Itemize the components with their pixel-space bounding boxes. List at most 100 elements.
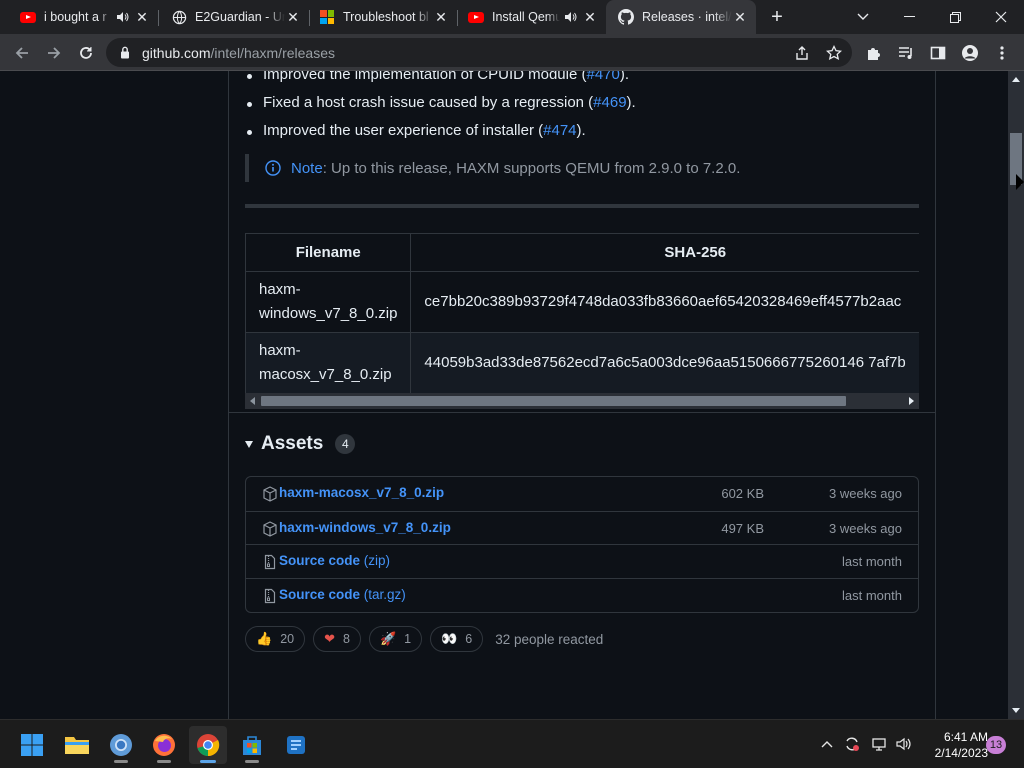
volume-icon[interactable] bbox=[893, 732, 915, 756]
release-card: Improved the implementation of CPUID mod… bbox=[228, 71, 936, 719]
file-explorer-icon[interactable] bbox=[58, 726, 96, 764]
assets-list: haxm-macosx_v7_8_0.zip 602 KB 3 weeks ag… bbox=[245, 476, 919, 613]
profile-avatar-icon[interactable] bbox=[956, 39, 984, 67]
package-icon bbox=[262, 486, 278, 502]
speaker-icon[interactable] bbox=[564, 11, 578, 23]
tab-youtube-video-1[interactable]: i bought a r ✕ bbox=[8, 0, 158, 34]
reactions-bar: 👍 20 ❤ 8 🚀 1 👀 6 32 people reacted bbox=[245, 626, 603, 652]
tab-install-qemu[interactable]: Install Qemu ✕ bbox=[456, 0, 606, 34]
reaction-eyes-button[interactable]: 👀 6 bbox=[430, 626, 484, 652]
github-release-page: Improved the implementation of CPUID mod… bbox=[0, 71, 1008, 719]
issue-link-470[interactable]: #470 bbox=[586, 71, 619, 83]
microsoft-store-icon[interactable] bbox=[233, 726, 271, 764]
clock-time: 6:41 AM bbox=[943, 730, 988, 744]
tab-troubleshoot[interactable]: Troubleshoot bl ✕ bbox=[307, 0, 457, 34]
tab-close-icon[interactable]: ✕ bbox=[433, 9, 449, 25]
issue-link-474[interactable]: #474 bbox=[543, 122, 576, 139]
tab-close-icon[interactable]: ✕ bbox=[285, 9, 301, 25]
asset-size: 497 KB bbox=[721, 520, 764, 536]
scrollbar-thumb[interactable] bbox=[261, 396, 846, 406]
asset-date: 3 weeks ago bbox=[829, 486, 902, 501]
table-cell-sha: 44059b3ad33de87562ecd7a6c5a003dce96aa515… bbox=[410, 332, 919, 394]
asset-row: haxm-windows_v7_8_0.zip 497 KB 3 weeks a… bbox=[246, 510, 918, 545]
address-bar[interactable]: github.com/intel/haxm/releases bbox=[106, 38, 852, 67]
speaker-icon[interactable] bbox=[116, 11, 130, 23]
new-tab-button[interactable]: + bbox=[766, 6, 788, 28]
media-control-icon[interactable] bbox=[892, 39, 920, 67]
asset-link[interactable]: haxm-macosx_v7_8_0.zip bbox=[279, 485, 444, 500]
start-button[interactable] bbox=[13, 726, 51, 764]
notification-badge[interactable]: 13 bbox=[986, 736, 1006, 754]
scroll-right-arrow-icon[interactable] bbox=[909, 397, 914, 405]
youtube-icon bbox=[20, 9, 36, 25]
mouse-cursor-icon bbox=[1016, 174, 1024, 190]
bookmark-star-icon[interactable] bbox=[820, 39, 848, 67]
assets-toggle[interactable]: Assets 4 bbox=[245, 433, 356, 455]
chevron-up-icon[interactable] bbox=[816, 732, 838, 756]
tab-title: i bought a r bbox=[44, 10, 107, 24]
running-indicator bbox=[157, 760, 171, 763]
browser-toolbar: github.com/intel/haxm/releases bbox=[0, 34, 1024, 71]
rocket-icon: 🚀 bbox=[379, 631, 397, 646]
column-header-sha256: SHA-256 bbox=[410, 233, 919, 272]
release-note-item: Improved the implementation of CPUID mod… bbox=[246, 71, 629, 83]
asset-size: 602 KB bbox=[721, 486, 764, 501]
lock-icon[interactable] bbox=[118, 46, 132, 59]
reaction-thumbs-up-button[interactable]: 👍 20 bbox=[245, 626, 306, 652]
asset-row: Source code (tar.gz) last month bbox=[246, 578, 918, 612]
tab-search-button[interactable] bbox=[840, 0, 886, 34]
sync-icon[interactable] bbox=[841, 732, 863, 756]
firefox-icon[interactable] bbox=[145, 726, 183, 764]
note-text: : Up to this release, HAXM supports QEMU… bbox=[322, 159, 741, 177]
forward-button[interactable] bbox=[40, 39, 68, 67]
chrome-icon[interactable] bbox=[189, 726, 227, 764]
tab-close-icon[interactable]: ✕ bbox=[134, 9, 150, 25]
table-cell-filename: haxm-macosx_v7_8_0.zip bbox=[245, 332, 412, 394]
asset-row: Source code (zip) last month bbox=[246, 544, 918, 578]
minimize-button[interactable] bbox=[886, 0, 932, 34]
back-button[interactable] bbox=[8, 39, 36, 67]
note-callout: Note: Up to this release, HAXM supports … bbox=[245, 154, 921, 182]
qemu-app-icon[interactable] bbox=[277, 726, 315, 764]
horizontal-scrollbar[interactable] bbox=[245, 393, 919, 409]
system-clock[interactable]: 6:41 AM 2/14/2023 bbox=[920, 729, 988, 761]
reaction-rocket-button[interactable]: 🚀 1 bbox=[368, 626, 423, 652]
tab-close-icon[interactable]: ✕ bbox=[732, 9, 748, 25]
column-header-filename: Filename bbox=[245, 233, 412, 272]
asset-date: 3 weeks ago bbox=[829, 520, 902, 536]
assets-title: Assets bbox=[261, 433, 324, 454]
asset-link[interactable]: Source code (tar.gz) bbox=[279, 587, 406, 602]
scroll-down-arrow-icon[interactable] bbox=[1012, 708, 1020, 713]
thumbs-up-icon: 👍 bbox=[256, 631, 273, 646]
chrome-alt-icon[interactable] bbox=[102, 726, 140, 764]
close-window-button[interactable] bbox=[978, 0, 1024, 34]
info-icon bbox=[265, 160, 281, 176]
tab-github-releases[interactable]: Releases · intel/h ✕ bbox=[606, 0, 756, 34]
issue-link-469[interactable]: #469 bbox=[593, 94, 626, 111]
reload-button[interactable] bbox=[72, 39, 100, 67]
network-icon[interactable] bbox=[868, 732, 890, 756]
restore-button[interactable] bbox=[932, 0, 978, 34]
table-row: haxm-windows_v7_8_0.zip ce7bb20c389b9372… bbox=[245, 271, 919, 333]
asset-link[interactable]: haxm-windows_v7_8_0.zip bbox=[279, 520, 451, 535]
scroll-left-arrow-icon[interactable] bbox=[250, 397, 255, 405]
reaction-heart-button[interactable]: ❤ 8 bbox=[313, 626, 361, 652]
checksum-table-scroller[interactable]: Filename SHA-256 haxm-windows_v7_8_0.zip… bbox=[245, 233, 919, 411]
tab-e2guardian[interactable]: E2Guardian - Un ✕ bbox=[159, 0, 309, 34]
url-text[interactable]: github.com/intel/haxm/releases bbox=[142, 45, 335, 61]
scroll-up-arrow-icon[interactable] bbox=[1012, 77, 1020, 82]
side-panel-icon[interactable] bbox=[924, 39, 952, 67]
tab-close-icon[interactable]: ✕ bbox=[582, 9, 598, 25]
asset-link[interactable]: Source code (zip) bbox=[279, 553, 390, 568]
clock-date: 2/14/2023 bbox=[934, 746, 988, 760]
divider bbox=[245, 204, 919, 208]
page-vertical-scrollbar[interactable] bbox=[1008, 71, 1024, 719]
extensions-puzzle-icon[interactable] bbox=[860, 39, 888, 67]
share-icon[interactable] bbox=[788, 39, 816, 67]
heart-icon: ❤ bbox=[324, 631, 335, 646]
assets-count-badge: 4 bbox=[335, 434, 356, 454]
menu-kebab-icon[interactable] bbox=[988, 39, 1016, 67]
reactions-summary: 32 people reacted bbox=[495, 631, 604, 647]
section-divider bbox=[229, 412, 935, 413]
globe-icon bbox=[171, 9, 187, 25]
